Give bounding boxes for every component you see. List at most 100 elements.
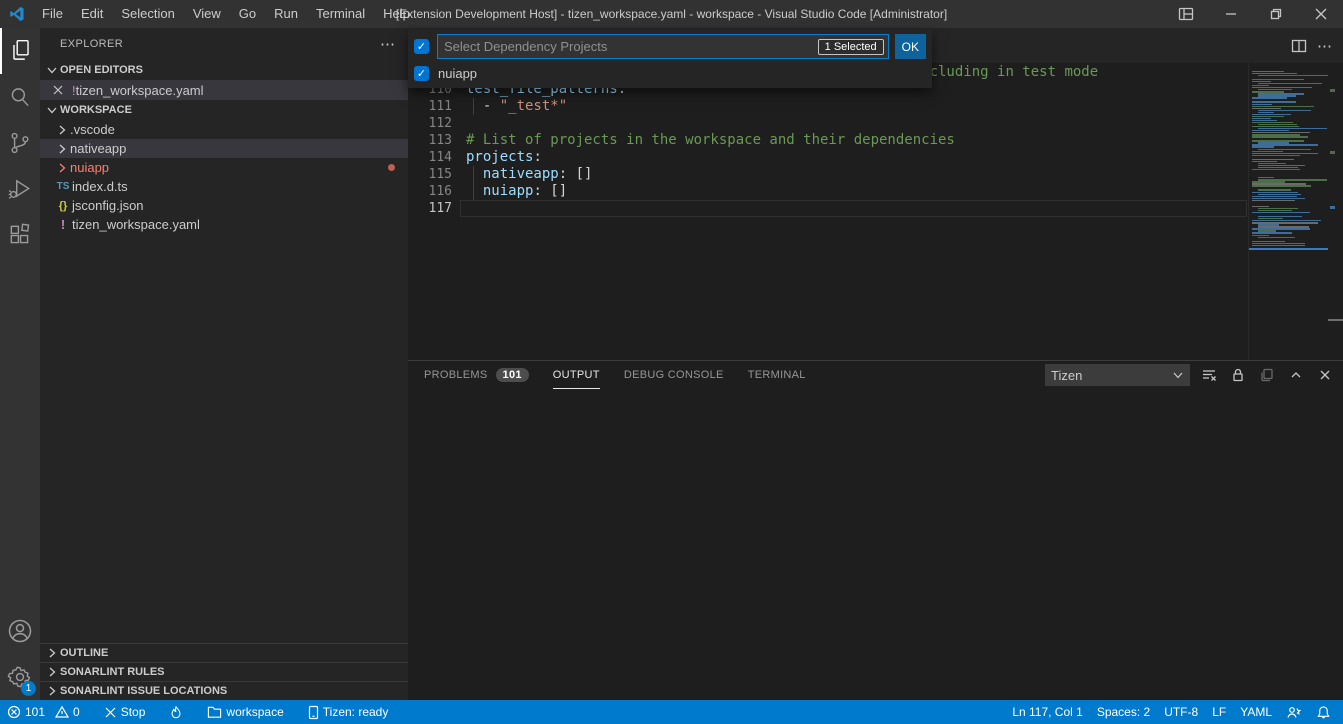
indentation: Spaces: 2 [1097,705,1150,719]
search-icon[interactable] [0,74,40,120]
language-mode: YAML [1240,705,1272,719]
open-editor-filename: tizen_workspace.yaml [76,83,204,98]
folder-label: nativeapp [70,141,126,156]
sonarlint-issue-locations-section[interactable]: SONARLINT ISSUE LOCATIONS [40,681,408,700]
chevron-right-icon [44,645,60,661]
restore-button[interactable] [1253,0,1298,28]
account-icon[interactable] [0,608,40,654]
notifications-button[interactable] [1309,700,1343,724]
menu-selection[interactable]: Selection [112,0,183,28]
open-output-in-editor-icon[interactable] [1257,365,1277,385]
minimize-button[interactable] [1208,0,1253,28]
eol-button[interactable]: LF [1205,700,1233,724]
cursor-position-button[interactable]: Ln 117, Col 1 [1005,700,1090,724]
file-index-d-ts[interactable]: TS index.d.ts [40,177,408,196]
file-label: jsconfig.json [72,198,144,213]
folder-nuiapp[interactable]: nuiapp [40,158,408,177]
close-window-button[interactable] [1298,0,1343,28]
select-all-checkbox[interactable]: ✓ [414,39,429,54]
folder-nativeapp[interactable]: nativeapp [40,139,408,158]
error-count: 101 [25,705,45,719]
sonarlint-rules-section[interactable]: SONARLINT RULES [40,662,408,681]
indentation-button[interactable]: Spaces: 2 [1090,700,1157,724]
chevron-right-icon [54,122,70,138]
menu-go[interactable]: Go [230,0,265,28]
lock-autoscroll-icon[interactable] [1228,365,1248,385]
workspace-button[interactable]: workspace [200,700,290,724]
tab-output[interactable]: OUTPUT [553,361,600,389]
outline-section[interactable]: OUTLINE [40,643,408,662]
tizen-status-button[interactable]: Tizen: ready [301,700,396,724]
cursor-position: Ln 117, Col 1 [1012,705,1083,719]
clear-output-icon[interactable] [1199,365,1219,385]
split-editor-icon[interactable] [1291,38,1307,54]
minimap-content [1249,63,1328,250]
item-checkbox[interactable]: ✓ [414,66,429,81]
typescript-file-icon: TS [54,181,72,192]
feedback-button[interactable] [1279,700,1309,724]
settings-badge: 1 [21,681,36,696]
overview-ruler-scrollbar[interactable] [1328,63,1343,360]
code-token: : [] [533,183,567,199]
folder-vscode[interactable]: .vscode [40,120,408,139]
open-editor-item[interactable]: ! tizen_workspace.yaml [40,80,408,100]
close-panel-icon[interactable] [1315,365,1335,385]
line-number: 111 [408,98,452,115]
menu-terminal[interactable]: Terminal [307,0,374,28]
item-label: nuiapp [438,66,477,81]
minimap[interactable] [1248,63,1328,360]
code-token: nuiapp [483,183,534,199]
problems-dot-badge [388,164,395,171]
encoding-button[interactable]: UTF-8 [1157,700,1205,724]
workspace-header[interactable]: WORKSPACE [40,100,408,120]
tab-label: PROBLEMS [424,369,488,381]
maximize-panel-icon[interactable] [1286,365,1306,385]
ruler-mark [1330,151,1335,154]
device-icon [308,705,319,720]
problems-status[interactable]: 101 0 [0,700,87,724]
source-control-icon[interactable] [0,120,40,166]
file-jsconfig-json[interactable]: {} jsconfig.json [40,196,408,215]
quick-pick-item-nuiapp[interactable]: ✓ nuiapp [414,61,926,85]
feedback-icon [1286,705,1302,720]
output-panel-body[interactable] [408,389,1343,700]
menu-run[interactable]: Run [265,0,307,28]
yaml-file-icon: ! [54,217,72,232]
code-token: : [] [559,166,593,182]
warning-count: 0 [73,705,80,719]
stop-x-icon [104,706,117,719]
editor-more-actions[interactable]: ⋯ [1317,37,1333,55]
explorer-icon[interactable] [0,28,40,74]
code-line: 116 nuiapp: [] [408,183,1248,200]
stop-button[interactable]: Stop [97,700,153,724]
output-channel-select[interactable]: Tizen [1045,364,1190,386]
tab-debug-console[interactable]: DEBUG CONSOLE [624,361,724,389]
explorer-more-actions[interactable]: ⋯ [380,35,396,53]
menu-view[interactable]: View [184,0,230,28]
menu-help[interactable]: Help [374,0,419,28]
customize-layout-button[interactable] [1163,0,1208,28]
sidebar-title: EXPLORER [60,38,123,50]
language-mode-button[interactable]: YAML [1233,700,1279,724]
menu-file[interactable]: File [33,0,72,28]
workspace-label: workspace [226,705,283,719]
quick-pick-dialog: ✓ 1 Selected OK ✓ nuiapp [408,29,932,88]
ok-button[interactable]: OK [895,34,926,59]
title-bar: File Edit Selection View Go Run Terminal… [0,0,1343,28]
file-tizen-workspace-yaml[interactable]: ! tizen_workspace.yaml [40,215,408,234]
code-line: 113 # List of projects in the workspace … [408,132,1248,149]
menu-bar: File Edit Selection View Go Run Terminal… [33,0,419,28]
open-editors-header[interactable]: OPEN EDITORS [40,60,408,80]
menu-edit[interactable]: Edit [72,0,112,28]
close-editor-icon[interactable] [50,82,66,98]
code-editor[interactable]: 109 # Test file patterns used to determi… [408,63,1343,360]
settings-gear-icon[interactable]: 1 [0,654,40,700]
status-bar: 101 0 Stop workspace Tizen: ready Ln 117… [0,700,1343,724]
activity-bar: 1 [0,28,40,700]
run-debug-icon[interactable] [0,166,40,212]
extensions-icon[interactable] [0,212,40,258]
quick-pick-input[interactable] [444,39,818,54]
tab-terminal[interactable]: TERMINAL [748,361,806,389]
tab-problems[interactable]: PROBLEMS 101 [424,361,529,389]
flame-button[interactable] [162,700,190,724]
